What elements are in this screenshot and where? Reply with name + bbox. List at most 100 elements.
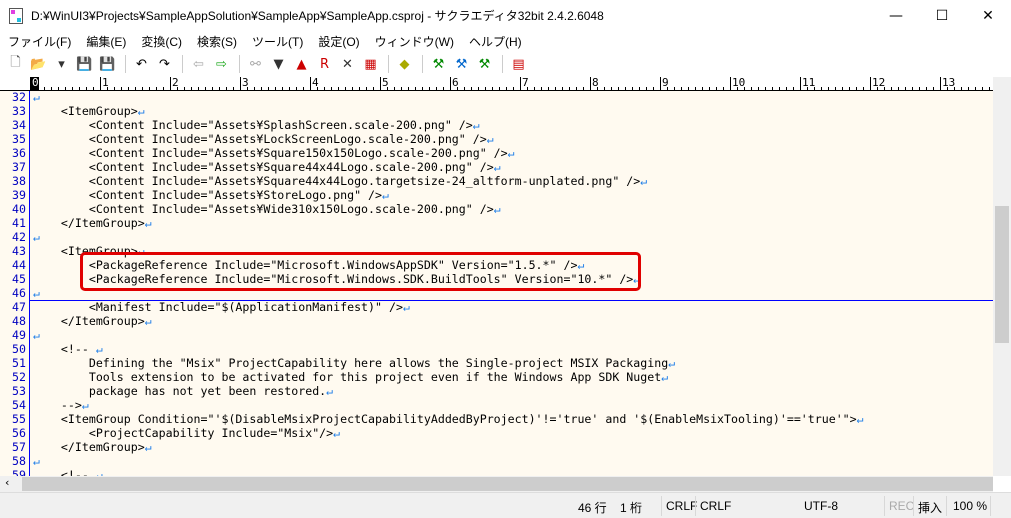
line-number: 59 — [12, 468, 26, 476]
code-text: <Content Include="Assets¥StoreLogo.png" … — [33, 188, 383, 202]
eol-mark-icon: ↵ — [33, 230, 40, 244]
eol-mark-icon: ↵ — [661, 370, 669, 384]
line-number: 48 — [12, 314, 26, 328]
outline-icon[interactable]: ◆ — [394, 54, 415, 74]
code-line[interactable]: -->↵ — [33, 398, 89, 412]
undo-icon[interactable]: ↶ — [131, 54, 152, 74]
settings-type-icon[interactable]: ⚒ — [451, 54, 472, 74]
eol-mark-icon: ↵ — [144, 216, 152, 230]
status-eol-code: CRLF — [666, 499, 698, 513]
eol-mark-icon: ↵ — [402, 300, 410, 314]
line-number: 58 — [12, 454, 26, 468]
code-line[interactable]: ↵ — [33, 286, 40, 300]
code-line[interactable]: <Content Include="Assets¥Square44x44Logo… — [33, 174, 647, 188]
code-line[interactable]: <Content Include="Assets¥Square44x44Logo… — [33, 160, 501, 174]
maximize-button[interactable]: ☐ — [919, 0, 965, 31]
ruler-mark: 1 — [100, 77, 109, 90]
highlight-box — [80, 252, 641, 291]
menu-item[interactable]: 変換(C) — [133, 33, 189, 50]
search-prev-icon[interactable]: ▲ — [291, 54, 312, 74]
eol-mark-icon: ↵ — [144, 440, 152, 454]
toolbar-separator — [388, 55, 389, 73]
ruler-mark: 4 — [310, 77, 319, 90]
code-line[interactable]: </ItemGroup>↵ — [33, 216, 152, 230]
menu-item[interactable]: ツール(T) — [244, 33, 310, 50]
menu-item[interactable]: 編集(E) — [78, 33, 133, 50]
code-line[interactable]: <Manifest Include="$(ApplicationManifest… — [33, 300, 410, 314]
code-line[interactable]: package has not yet been restored.↵ — [33, 384, 333, 398]
code-line[interactable]: ↵ — [33, 91, 40, 104]
search-icon[interactable]: ⚯ — [245, 54, 266, 74]
open-file-icon[interactable]: 📂 — [28, 54, 49, 74]
code-line[interactable]: <Content Include="Assets¥SplashScreen.sc… — [33, 118, 480, 132]
save-icon[interactable]: 💾 — [74, 54, 95, 74]
settings-font-icon[interactable]: ⚒ — [474, 54, 495, 74]
code-line[interactable]: <Content Include="Assets¥Square150x150Lo… — [33, 146, 515, 160]
menu-item[interactable]: 検索(S) — [189, 33, 244, 50]
line-number: 55 — [12, 412, 26, 426]
code-line[interactable]: <Content Include="Assets¥Wide310x150Logo… — [33, 202, 501, 216]
replace-icon[interactable]: R — [314, 54, 335, 74]
ruler-mark: 2 — [170, 77, 179, 90]
code-line[interactable]: </ItemGroup>↵ — [33, 440, 152, 454]
line-number: 53 — [12, 384, 26, 398]
code-text: <ItemGroup Condition="'$(DisableMsixProj… — [33, 412, 857, 426]
eol-mark-icon: ↵ — [144, 314, 152, 328]
code-line[interactable]: <Content Include="Assets¥StoreLogo.png" … — [33, 188, 389, 202]
minimize-button[interactable]: — — [873, 0, 919, 31]
ruler-mark: 10 — [730, 77, 746, 90]
code-line[interactable]: <Content Include="Assets¥LockScreenLogo.… — [33, 132, 494, 146]
menu-item[interactable]: ファイル(F) — [0, 33, 78, 50]
code-line[interactable]: <ItemGroup Condition="'$(DisableMsixProj… — [33, 412, 864, 426]
line-number: 37 — [12, 160, 26, 174]
menu-item[interactable]: 設定(O) — [310, 33, 366, 50]
toolbar: 🗋 📂 ▾ 💾 💾 ↶ ↷ ⇦ ⇨ ⚯ ▼ ▲ R ✕ ▦ ◆ ⚒ ⚒ ⚒ ▤ — [0, 51, 1011, 77]
line-number: 51 — [12, 356, 26, 370]
ruler-mark: 6 — [450, 77, 459, 90]
vertical-scroll-thumb[interactable] — [995, 205, 1009, 344]
code-line[interactable]: Defining the "Msix" ProjectCapability he… — [33, 356, 675, 370]
settings-common-icon[interactable]: ⚒ — [428, 54, 449, 74]
code-line[interactable]: <ProjectCapability Include="Msix"/>↵ — [33, 426, 340, 440]
dropdown-icon[interactable]: ▾ — [51, 54, 72, 74]
code-line[interactable]: ↵ — [33, 230, 40, 244]
line-number: 33 — [12, 104, 26, 118]
jump-back-icon[interactable]: ⇦ — [188, 54, 209, 74]
menu-item[interactable]: ヘルプ(H) — [461, 33, 529, 50]
menu-item[interactable]: ウィンドウ(W) — [367, 33, 461, 50]
horizontal-scrollbar[interactable]: ‹ — [0, 476, 993, 492]
save-all-icon[interactable]: 💾 — [97, 54, 118, 74]
search-next-icon[interactable]: ▼ — [268, 54, 289, 74]
code-text: </ItemGroup> — [33, 440, 145, 454]
code-line[interactable]: <!-- ↵ — [33, 468, 103, 476]
code-line[interactable]: Tools extension to be activated for this… — [33, 370, 668, 384]
scroll-left-icon[interactable]: ‹ — [5, 476, 9, 489]
jump-forward-icon[interactable]: ⇨ — [211, 54, 232, 74]
vertical-scrollbar[interactable] — [993, 77, 1011, 476]
ruler-mark: 11 — [800, 77, 816, 90]
toolbar-separator — [422, 55, 423, 73]
code-line[interactable]: <ItemGroup>↵ — [33, 104, 145, 118]
eol-mark-icon: ↵ — [81, 398, 89, 412]
code-line[interactable]: ↵ — [33, 454, 40, 468]
horizontal-scroll-thumb[interactable] — [22, 477, 993, 491]
line-number: 36 — [12, 146, 26, 160]
clear-mark-icon[interactable]: ✕ — [337, 54, 358, 74]
line-number: 39 — [12, 188, 26, 202]
close-button[interactable]: ✕ — [965, 0, 1011, 31]
line-number: 38 — [12, 174, 26, 188]
redo-icon[interactable]: ↷ — [154, 54, 175, 74]
status-column: 1 桁 — [620, 501, 643, 515]
ruler-mark: 9 — [660, 77, 669, 90]
code-line[interactable]: ↵ — [33, 328, 40, 342]
code-text: <Content Include="Assets¥SplashScreen.sc… — [33, 118, 473, 132]
code-line[interactable]: </ItemGroup>↵ — [33, 314, 152, 328]
code-line[interactable]: <!-- ↵ — [33, 342, 103, 356]
window-list-icon[interactable]: ▤ — [508, 54, 529, 74]
eol-mark-icon: ↵ — [486, 132, 494, 146]
eol-mark-icon: ↵ — [95, 468, 103, 476]
editor-area[interactable]: 32 33 34 35 36 37 38 39 40 41 42 43 44 45 46 47 48 49 50 51… — [0, 91, 993, 476]
grep-icon[interactable]: ▦ — [360, 54, 381, 74]
code-text: <ItemGroup> — [33, 104, 138, 118]
new-file-icon[interactable]: 🗋 — [5, 54, 26, 74]
